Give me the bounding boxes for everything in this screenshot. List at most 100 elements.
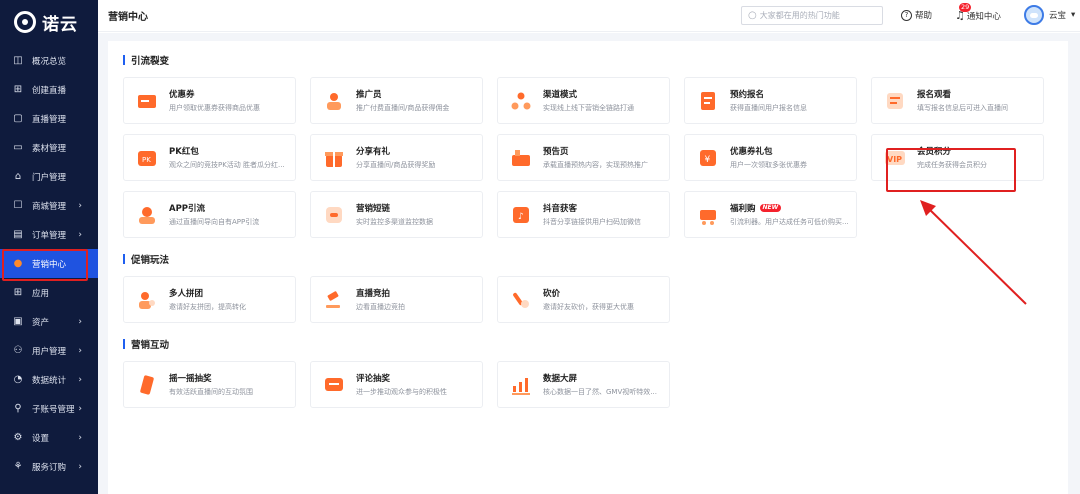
section-title: 引流裂变 <box>123 51 1068 69</box>
sidebar-item[interactable]: ▣ 资产 › <box>0 307 98 336</box>
feature-card-description: 抖音分享链接供用户扫码加微信 <box>543 218 641 226</box>
feature-card-title: 评论抽奖 <box>356 372 447 384</box>
feature-card[interactable]: 直播竞拍 边看直播边竞拍 <box>310 276 483 323</box>
douyin-icon: ♪ <box>510 204 532 226</box>
section-title: 促销玩法 <box>123 250 1068 268</box>
svg-text:¥: ¥ <box>705 155 711 165</box>
feature-card[interactable]: 报名观看 填写报名信息后可进入直播间 <box>871 77 1044 124</box>
feature-card-title: 多人拼团 <box>169 287 246 299</box>
feature-card-description: 邀请好友拼团，提高转化 <box>169 303 246 311</box>
coupon-pack-icon: ¥ <box>697 147 719 169</box>
sidebar-item-label: 门户管理 <box>32 172 67 183</box>
feature-card-description: 通过直播间导向自有APP引流 <box>169 218 260 226</box>
feature-card[interactable]: 推广员推广付费直播间/商品获得佣金 <box>310 77 483 124</box>
sidebar-item-label: 商城管理 <box>32 201 67 212</box>
feature-card[interactable]: 优惠券 用户领取优惠券获得商品优惠 <box>123 77 296 124</box>
sidebar-item[interactable]: ⚘ 服务订购 › <box>0 452 98 481</box>
feature-card[interactable]: 多人拼团邀请好友拼团，提高转化 <box>123 276 296 323</box>
caret-down-icon: ▾ <box>1071 10 1076 20</box>
feature-card-title-text: APP引流 <box>169 204 206 214</box>
sidebar-item-label: 数据统计 <box>32 375 67 386</box>
feature-card-title-text: 推广员 <box>356 90 382 100</box>
sidebar-item[interactable]: ⊞ 创建直播 <box>0 75 98 104</box>
sidebar-item[interactable]: ⚲ 子账号管理 › <box>0 394 98 423</box>
feature-card[interactable]: APP引流通过直播间导向自有APP引流 <box>123 191 296 238</box>
svg-text:♪: ♪ <box>518 212 524 222</box>
coupon-icon <box>136 90 158 112</box>
feature-card-title: 福利购 NEW <box>730 202 849 214</box>
search-input[interactable]: ○ 大家都在用的热门功能 <box>741 6 883 25</box>
feature-card[interactable]: 渠道模式 实现线上线下营销全链路打通 <box>497 77 670 124</box>
sidebar-item[interactable]: ▢ 直播管理 <box>0 104 98 133</box>
feature-card-description: 推广付费直播间/商品获得佣金 <box>356 104 450 112</box>
feature-grid: 优惠券 用户领取优惠券获得商品优惠 推广员 推广付费直播间/商品获得佣金 渠道模式 实现线… <box>123 77 1068 238</box>
feature-card-description: 实时监控多渠道监控数据 <box>356 218 433 226</box>
sidebar: 诺云 ◫ 概况总览 ⊞ 创建直播 ▢ 直播管理 ▭ 素材管理 ⌂ 门户管理 ☐ 商城管理 › ▤ 订单管理 ›… <box>0 0 98 494</box>
comment-lottery-icon <box>323 374 345 396</box>
signup-watch-icon <box>884 90 906 112</box>
sidebar-item[interactable]: ● 营销中心 <box>0 249 98 278</box>
bargain-icon <box>510 289 532 311</box>
feature-card-title: 预告页 <box>543 145 648 157</box>
feature-card-title-text: 会员积分 <box>917 147 952 157</box>
feature-card-description: 边看直播边竞拍 <box>356 303 405 311</box>
feature-card[interactable]: 数据大屏核心数据一目了然、GMV视听特效... <box>497 361 670 408</box>
feature-card-title-text: 优惠券 <box>169 90 195 100</box>
feature-card-title-text: 抖音获客 <box>543 204 578 214</box>
feature-card-title: 渠道模式 <box>543 88 634 100</box>
brand-logo[interactable]: 诺云 <box>0 0 98 44</box>
feature-card[interactable]: 砍价 邀请好友砍价，获得更大优惠 <box>497 276 670 323</box>
shake-lottery-icon <box>136 374 158 396</box>
sidebar-item-label: 子账号管理 <box>32 404 75 415</box>
gear-icon: ⚙ <box>13 432 23 443</box>
sidebar-item[interactable]: ▭ 素材管理 <box>0 133 98 162</box>
section-title-text: 引流裂变 <box>131 56 170 67</box>
feature-card[interactable]: 预告页 承载直播预热内容，实现预热推广 <box>497 134 670 181</box>
user-name: 云宝 <box>1049 11 1067 21</box>
chevron-right-icon: › <box>78 229 82 240</box>
bell-icon: ♫ 29 <box>955 3 972 22</box>
feature-card[interactable]: 分享有礼 分享直播间/商品获得奖励 <box>310 134 483 181</box>
feature-card-title-text: 评论抽奖 <box>356 374 391 384</box>
feature-card[interactable]: VIP 会员积分完成任务获得会员积分 <box>871 134 1044 181</box>
registration-icon <box>697 90 719 112</box>
sidebar-item[interactable]: ☐ 商城管理 › <box>0 191 98 220</box>
search-placeholder: 大家都在用的热门功能 <box>759 11 840 20</box>
sidebar-item[interactable]: ◔ 数据统计 › <box>0 365 98 394</box>
sidebar-item[interactable]: ⚇ 用户管理 › <box>0 336 98 365</box>
flame-icon: ● <box>13 258 23 269</box>
user-menu[interactable]: 云宝 ▾ <box>1024 5 1075 25</box>
welfare-cart-icon <box>697 204 719 226</box>
feature-card[interactable]: 评论抽奖 进一步推动观众参与的积极性 <box>310 361 483 408</box>
feature-card[interactable]: ¥ 优惠券礼包 用户一次领取多张优惠券 <box>684 134 857 181</box>
feature-card[interactable]: PK PK红包 观众之间的竞技PK活动 胜者瓜分红... <box>123 134 296 181</box>
feature-card-title: PK红包 <box>169 145 285 157</box>
feature-card-title-text: 优惠券礼包 <box>730 147 773 157</box>
feature-card[interactable]: 营销短链 实时监控多渠道监控数据 <box>310 191 483 238</box>
notification-center-button[interactable]: ♫ 29 通知中心 <box>955 3 1001 22</box>
channel-icon <box>510 90 532 112</box>
sidebar-item-label: 设置 <box>32 433 50 444</box>
feature-card-description: 核心数据一目了然、GMV视听特效... <box>543 388 657 396</box>
svg-text:VIP: VIP <box>887 155 902 164</box>
feature-card-title: 优惠券礼包 <box>730 145 807 157</box>
feature-card-description: 引流利器。用户达成任务可低价购买... <box>730 218 849 226</box>
feature-grid: 摇一摇抽奖 有效活跃直播间的互动氛围 评论抽奖 进一步推动观众参与的积极性 数据大屏 核心… <box>123 361 1068 408</box>
feature-grid: 多人拼团 邀请好友拼团，提高转化 直播竞拍 边看直播边竞拍 砍价 邀请好友砍价，获得更大优… <box>123 276 1068 323</box>
feature-card[interactable]: ♪ 抖音获客抖音分享链接供用户扫码加微信 <box>497 191 670 238</box>
feature-card[interactable]: 福利购 NEW 引流利器。用户达成任务可低价购买... <box>684 191 857 238</box>
sidebar-item[interactable]: ⌂ 门户管理 <box>0 162 98 191</box>
sidebar-item[interactable]: ◫ 概况总览 <box>0 46 98 75</box>
help-button[interactable]: ? 帮助 <box>901 9 932 21</box>
sidebar-item[interactable]: ⊞ 应用 <box>0 278 98 307</box>
auction-icon <box>323 289 345 311</box>
feature-card[interactable]: 预约报名 获得直播间用户报名信息 <box>684 77 857 124</box>
feature-card-description: 完成任务获得会员积分 <box>917 161 987 169</box>
feature-card[interactable]: 摇一摇抽奖 有效活跃直播间的互动氛围 <box>123 361 296 408</box>
feature-card-description: 获得直播间用户报名信息 <box>730 104 807 112</box>
sidebar-item-label: 用户管理 <box>32 346 67 357</box>
sidebar-item[interactable]: ▤ 订单管理 › <box>0 220 98 249</box>
feature-card-title-text: 数据大屏 <box>543 374 578 384</box>
feature-card-title: 会员积分 <box>917 145 987 157</box>
sidebar-item[interactable]: ⚙ 设置 › <box>0 423 98 452</box>
